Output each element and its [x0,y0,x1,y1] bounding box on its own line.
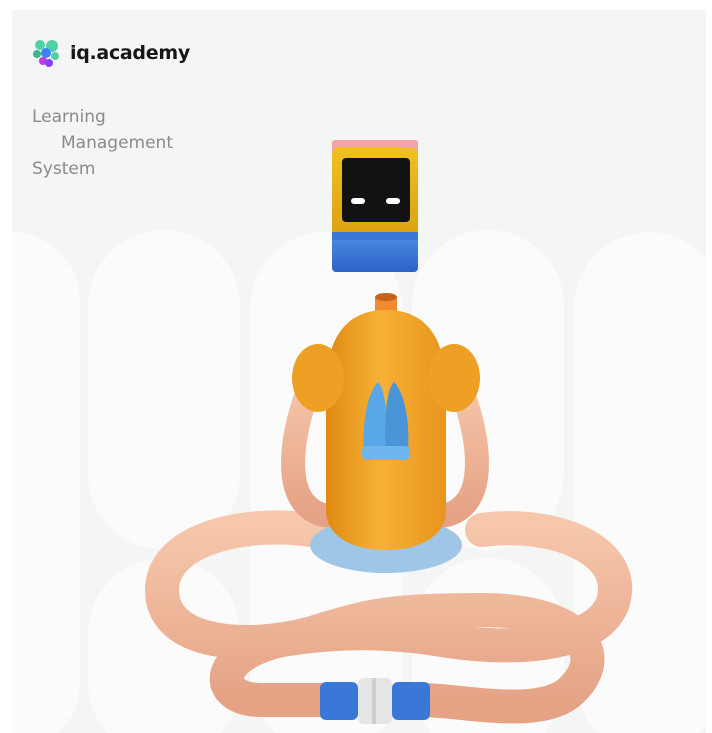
robot-feet-connector [320,678,430,724]
hero-card: iq.academy Learning Management System [12,10,706,733]
robot-head [332,140,418,272]
page: iq.academy Learning Management System [0,0,712,733]
meditating-robot-illustration [144,140,632,724]
